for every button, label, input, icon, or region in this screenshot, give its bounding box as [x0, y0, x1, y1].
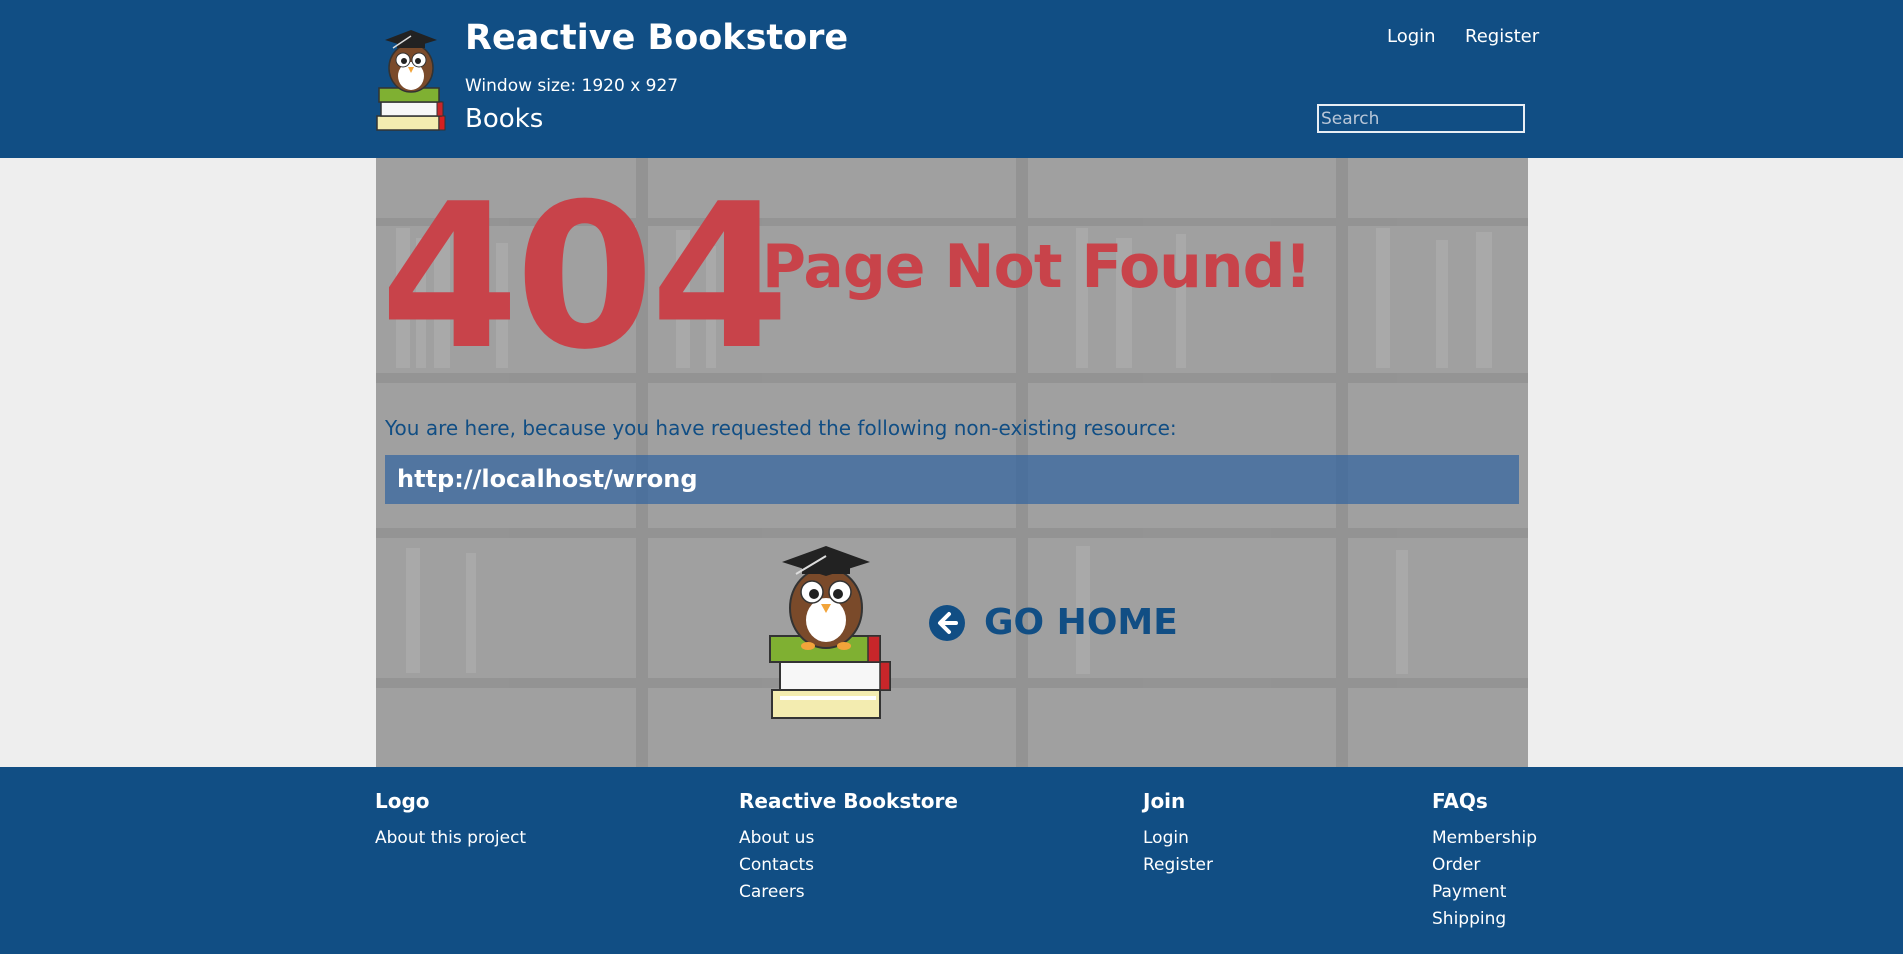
requested-url: http://localhost/wrong	[397, 465, 698, 493]
site-header: Reactive Bookstore Window size: 1920 x 9…	[0, 0, 1903, 158]
section-title[interactable]: Books	[465, 102, 543, 136]
search-input[interactable]	[1317, 104, 1525, 133]
site-brand[interactable]: Reactive Bookstore	[465, 16, 848, 60]
go-home-label: GO HOME	[984, 602, 1178, 643]
footer-column-logo: Logo About this project	[375, 787, 526, 852]
site-footer: Logo About this project Reactive Booksto…	[0, 767, 1903, 954]
footer-heading: Join	[1143, 789, 1186, 813]
error-explanation: You are here, because you have requested…	[385, 416, 1177, 440]
window-size-label: Window size: 1920 x 927	[465, 76, 679, 96]
footer-link-careers[interactable]: Careers	[739, 879, 958, 906]
footer-link-contacts[interactable]: Contacts	[739, 852, 958, 879]
requested-url-box: http://localhost/wrong	[385, 455, 1519, 504]
footer-link-register[interactable]: Register	[1143, 852, 1213, 879]
error-title: Page Not Found!	[762, 232, 1312, 302]
footer-column-bookstore: Reactive Bookstore About us Contacts Car…	[739, 787, 958, 906]
footer-heading: Reactive Bookstore	[739, 789, 958, 813]
footer-link-membership[interactable]: Membership	[1432, 825, 1537, 852]
footer-link-login[interactable]: Login	[1143, 825, 1213, 852]
footer-link-about-project[interactable]: About this project	[375, 825, 526, 852]
footer-column-faqs: FAQs Membership Order Payment Shipping	[1432, 787, 1537, 933]
register-link[interactable]: Register	[1465, 24, 1539, 50]
footer-link-shipping[interactable]: Shipping	[1432, 906, 1537, 933]
footer-link-payment[interactable]: Payment	[1432, 879, 1537, 906]
footer-heading: FAQs	[1432, 789, 1488, 813]
footer-link-about-us[interactable]: About us	[739, 825, 958, 852]
owl-illustration-icon	[769, 546, 891, 719]
error-code: 404	[380, 161, 789, 394]
error-panel: 404 Page Not Found! You are here, becaus…	[376, 158, 1528, 767]
owl-logo-icon[interactable]	[375, 22, 447, 134]
login-link[interactable]: Login	[1387, 24, 1436, 50]
footer-link-order[interactable]: Order	[1432, 852, 1537, 879]
footer-column-join: Join Login Register	[1143, 787, 1213, 879]
go-home-button[interactable]: GO HOME	[928, 598, 1178, 648]
arrow-left-circle-icon	[929, 605, 965, 641]
footer-heading: Logo	[375, 789, 430, 813]
